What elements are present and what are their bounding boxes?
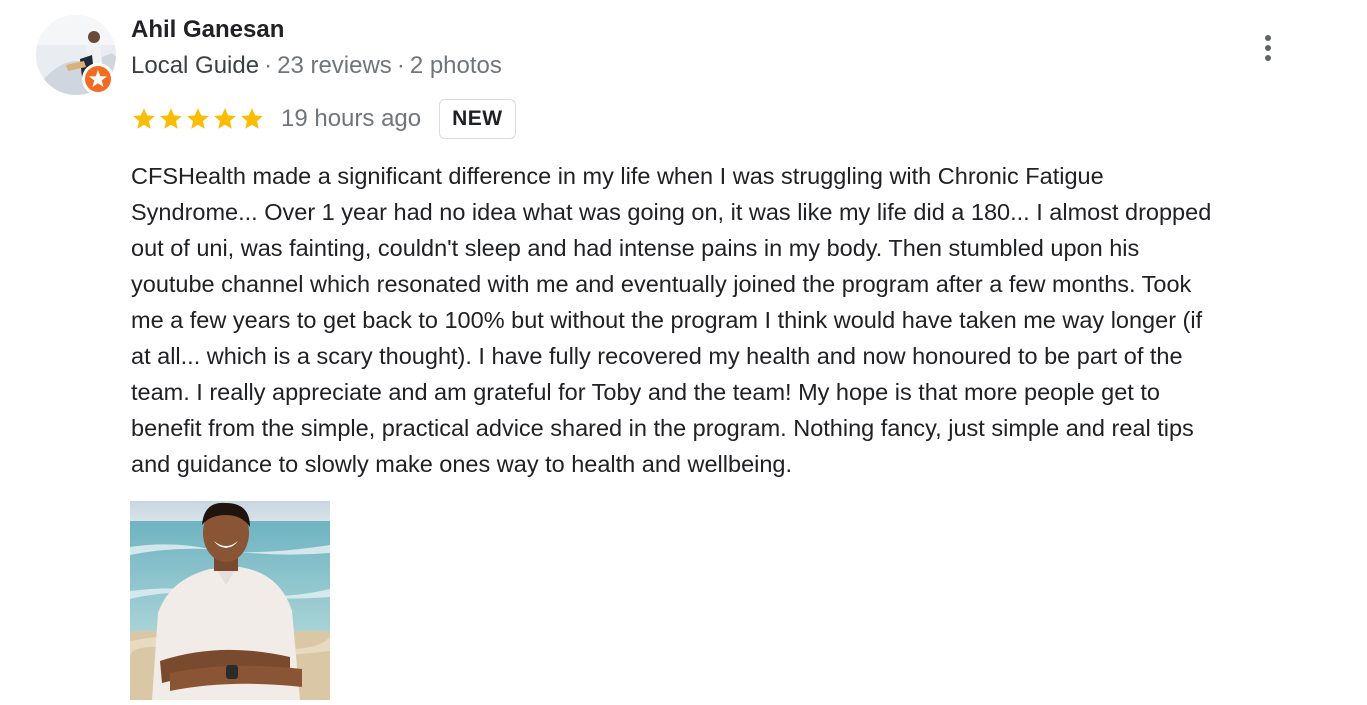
author-meta: Local Guide · 23 reviews · 2 photos <box>131 52 502 80</box>
review-text-line: youtube channel which resonated with me … <box>131 271 1192 297</box>
review-time: 19 hours ago <box>281 105 422 132</box>
star-icon <box>241 108 263 129</box>
more-options-button[interactable] <box>1252 29 1284 67</box>
star-rating <box>131 106 265 132</box>
meta-separator: · <box>396 52 405 79</box>
local-guide-label: Local Guide <box>131 52 260 79</box>
star-icon <box>160 108 182 129</box>
star-icon <box>187 108 209 129</box>
review-text-line: at all... which is a scary thought). I h… <box>131 343 1183 369</box>
more-vert-icon <box>1265 35 1271 41</box>
meta-separator: · <box>264 52 273 79</box>
review-text-line: CFSHealth made a significant difference … <box>131 163 1104 189</box>
star-icon <box>133 108 155 129</box>
review-text-line: out of uni, was fainting, couldn't sleep… <box>131 235 1140 261</box>
review-text-line: me a few years to get back to 100% but w… <box>131 307 1203 333</box>
rating-row: 19 hours ago NEW <box>131 98 516 140</box>
review-photo-image <box>130 501 330 700</box>
review-text-line: Syndrome... Over 1 year had no idea what… <box>131 199 1212 225</box>
new-badge: NEW <box>439 99 516 139</box>
author-name[interactable]: Ahil Ganesan <box>131 16 284 44</box>
review-text: CFSHealth made a significant difference … <box>131 158 1336 482</box>
review-photo[interactable] <box>130 501 330 700</box>
review-text-line: team. I really appreciate and am gratefu… <box>131 379 1160 405</box>
photos-count: 2 photos <box>409 52 502 79</box>
star-icon <box>214 108 236 129</box>
review-text-line: benefit from the simple, practical advic… <box>131 415 1194 441</box>
local-guide-badge-icon <box>82 63 114 95</box>
reviews-count: 23 reviews <box>277 52 392 79</box>
review-card: Ahil Ganesan Local Guide · 23 reviews · 2 ph… <box>0 0 1367 705</box>
review-text-line: and guidance to slowly make ones way to … <box>131 451 793 477</box>
